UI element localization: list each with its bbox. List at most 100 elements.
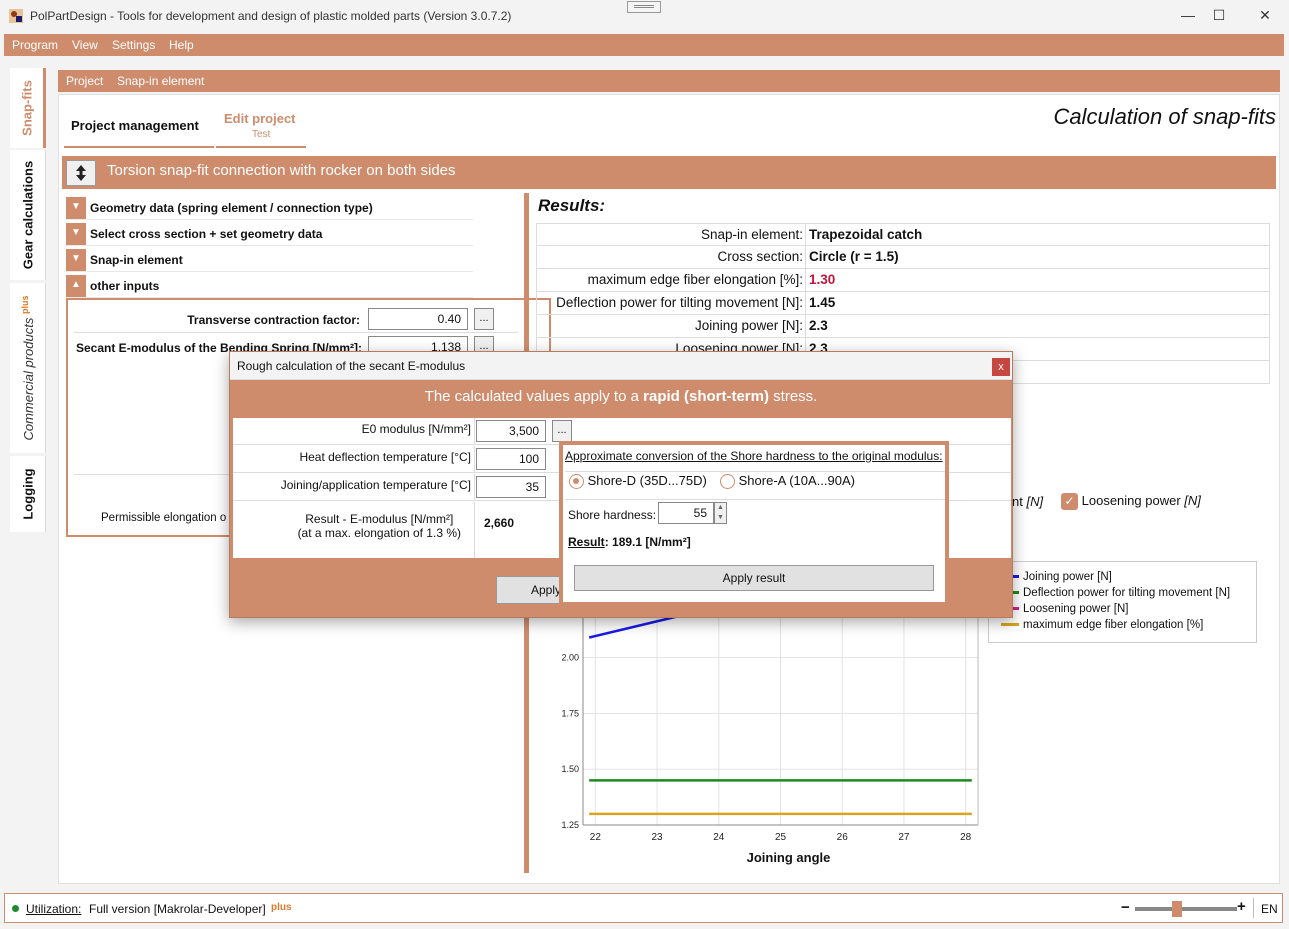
- x-tick-label: 23: [652, 832, 664, 843]
- divider: [1253, 898, 1254, 918]
- sidetab-snap-fits-label: Snap-fits: [19, 80, 34, 136]
- result-label: Result - E-modulus [N/mm²] (at a max. el…: [298, 512, 461, 540]
- result-label-1: Result - E-modulus [N/mm²]: [305, 512, 454, 526]
- zoom-slider-thumb[interactable]: [1171, 901, 1182, 917]
- e0-more-button[interactable]: ...: [552, 420, 572, 442]
- sidetab-commercial-label: Commercial products: [20, 317, 36, 441]
- minimize-button[interactable]: —: [1173, 4, 1203, 26]
- accordion-geometry-label: Geometry data (spring element / connecti…: [90, 201, 373, 215]
- breadcrumb-project[interactable]: Project: [66, 74, 103, 88]
- y-tick-label: 1.25: [561, 820, 579, 830]
- status-dot-icon: [12, 905, 19, 912]
- transverse-input[interactable]: 0.40: [368, 308, 468, 330]
- tab-project-management-label: Project management: [71, 118, 199, 133]
- results-value: 1.45: [809, 295, 836, 310]
- results-key: Cross section:: [717, 249, 803, 264]
- maximize-button[interactable]: ☐: [1204, 4, 1234, 26]
- x-tick-label: 27: [898, 832, 910, 843]
- zoom-out-icon[interactable]: −: [1121, 899, 1130, 916]
- shore-a-label: Shore-A (10A...90A): [738, 473, 855, 488]
- transverse-more-button[interactable]: ...: [474, 308, 494, 330]
- divider: [565, 499, 945, 500]
- results-value: 2.3: [809, 318, 828, 333]
- x-tick-label: 26: [837, 832, 849, 843]
- hdt-input[interactable]: 100: [476, 448, 546, 470]
- loosening-checkbox[interactable]: ✓ Loosening power [N]: [1061, 493, 1201, 511]
- sidetab-gear-calculations[interactable]: Gear calculations: [10, 150, 46, 280]
- section-header: Torsion snap-fit connection with rocker …: [62, 156, 1276, 189]
- breadcrumb: Project Snap-in element: [58, 70, 1280, 92]
- radio-selected-icon: [569, 474, 584, 490]
- transverse-label: Transverse contraction factor:: [187, 313, 360, 327]
- menu-help[interactable]: Help: [169, 38, 194, 52]
- legend-item: Loosening power [N]: [1001, 603, 1128, 615]
- shore-a-radio[interactable]: Shore-A (10A...90A): [720, 473, 855, 490]
- chart-option-partial-unit: [N]: [1026, 494, 1044, 509]
- apply-result-button[interactable]: Apply result: [574, 565, 934, 591]
- plus-badge: plus: [271, 902, 292, 913]
- results-heading: Results:: [538, 196, 606, 215]
- shore-d-radio[interactable]: Shore-D (35D...75D): [569, 473, 707, 490]
- e0-input[interactable]: 3,500: [476, 420, 546, 442]
- dialog-heading-prefix: The calculated values apply to a: [424, 388, 639, 405]
- temp-input[interactable]: 35: [476, 476, 546, 498]
- sidetab-logging[interactable]: Logging: [10, 456, 46, 532]
- chart-option-partial: nt [N]: [1012, 494, 1043, 509]
- menu-view[interactable]: View: [72, 38, 98, 52]
- divider: [74, 332, 518, 333]
- title-bar: PolPartDesign - Tools for development an…: [0, 0, 1289, 32]
- dialog-title: Rough calculation of the secant E-modulu…: [237, 359, 466, 373]
- permissible-label: Permissible elongation o: [101, 512, 227, 524]
- sidetab-commercial-label-wrap: Commercial products plus: [19, 296, 35, 441]
- results-value: Trapezoidal catch: [809, 227, 923, 242]
- zoom-in-icon[interactable]: +: [1237, 898, 1246, 915]
- x-axis-label: Joining angle: [747, 850, 831, 865]
- drag-grip[interactable]: [627, 1, 661, 13]
- menu-program[interactable]: Program: [12, 38, 58, 52]
- y-tick-label: 1.50: [561, 764, 579, 774]
- legend-swatch: [1001, 623, 1019, 627]
- accordion-other-inputs-label: other inputs: [90, 279, 160, 293]
- utilization-value: Full version [Makrolar-Developer]: [89, 902, 266, 916]
- result-value: 2,660: [484, 516, 515, 530]
- shore-title: Approximate conversion of the Shore hard…: [565, 449, 943, 463]
- sidetab-logging-label: Logging: [20, 468, 35, 520]
- window-title: PolPartDesign - Tools for development an…: [30, 9, 512, 23]
- accordion-geometry[interactable]: ▼ Geometry data (spring element / connec…: [66, 196, 473, 220]
- legend-label: Joining power [N]: [1023, 571, 1112, 583]
- zoom-slider[interactable]: [1135, 901, 1237, 917]
- shore-hardness-input[interactable]: 55: [658, 502, 714, 524]
- language-selector[interactable]: EN: [1261, 902, 1278, 916]
- sidetab-commercial-products[interactable]: Commercial products plus: [10, 283, 46, 453]
- close-window-button[interactable]: ✕: [1250, 4, 1280, 26]
- updown-arrow-icon: [76, 165, 86, 181]
- shore-hardness-spinner[interactable]: ▲ ▼: [714, 502, 727, 524]
- tab-project-management[interactable]: Project management: [64, 104, 214, 148]
- dialog-close-button[interactable]: x: [992, 358, 1010, 376]
- y-tick-label: 1.75: [561, 708, 579, 718]
- accordion-snap-in[interactable]: ▼ Snap-in element: [66, 248, 473, 272]
- tab-edit-project-label: Edit project: [224, 111, 296, 126]
- results-key: Deflection power for tilting movement [N…: [556, 295, 803, 310]
- toggle-updown-button[interactable]: [66, 160, 96, 186]
- hdt-label: Heat deflection temperature [°C]: [299, 450, 471, 464]
- legend-item: Deflection power for tilting movement [N…: [1001, 587, 1230, 599]
- x-tick-label: 22: [590, 832, 602, 843]
- accordion-other-inputs[interactable]: ▲ other inputs: [66, 274, 473, 298]
- legend-item: maximum edge fiber elongation [%]: [1001, 619, 1203, 631]
- breadcrumb-snap-in[interactable]: Snap-in element: [117, 74, 204, 88]
- utilization-link[interactable]: Utilization:: [26, 902, 81, 916]
- plus-badge: plus: [19, 295, 30, 315]
- accordion-cross-section-label: Select cross section + set geometry data: [90, 227, 323, 241]
- results-key: Joining power [N]:: [694, 318, 803, 333]
- shore-popup-body: Approximate conversion of the Shore hard…: [563, 445, 945, 602]
- x-tick-label: 25: [775, 832, 787, 843]
- accordion-cross-section[interactable]: ▼ Select cross section + set geometry da…: [66, 222, 473, 246]
- results-value: Circle (r = 1.5): [809, 249, 899, 264]
- sidetab-snap-fits[interactable]: Snap-fits: [10, 68, 46, 148]
- results-row: maximum edge fiber elongation [%]: 1.30: [536, 269, 1270, 292]
- menu-settings[interactable]: Settings: [112, 38, 155, 52]
- tab-edit-project[interactable]: Edit project Test: [216, 104, 306, 148]
- x-tick-label: 28: [960, 832, 972, 843]
- dialog-heading-suffix: stress.: [773, 388, 818, 405]
